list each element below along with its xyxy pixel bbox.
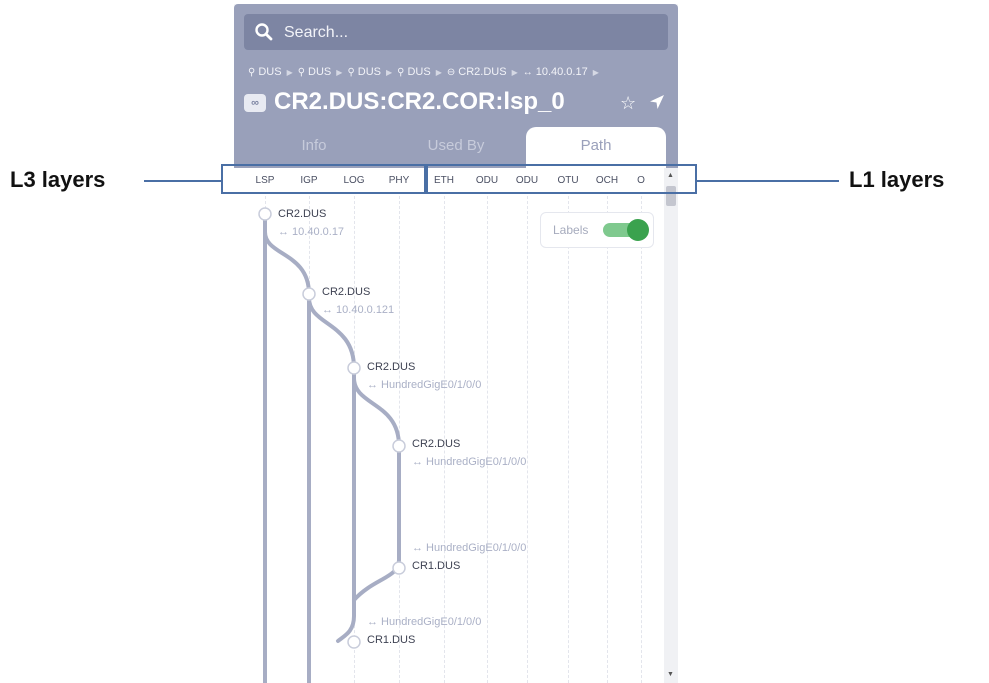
l3-layers-box: [221, 164, 428, 194]
labels-toggle[interactable]: [603, 219, 649, 241]
chevron-right-icon: ▶: [511, 67, 518, 77]
l3-layers-annotation: L3 layers: [10, 167, 106, 192]
chevron-right-icon: ▶: [435, 67, 442, 77]
search-input[interactable]: [282, 20, 646, 46]
path-node-name[interactable]: CR2.DUS: [367, 361, 415, 373]
page-title: CR2.DUS:CR2.COR:lsp_0: [274, 88, 565, 115]
path-node-marker: [347, 635, 361, 649]
path-node-name[interactable]: CR2.DUS: [322, 286, 370, 298]
toggle-knob[interactable]: [627, 219, 649, 241]
chevron-right-icon: ▶: [386, 67, 393, 77]
path-node-marker: [392, 561, 406, 575]
labels-toggle-container: Labels: [540, 212, 654, 248]
tab-info[interactable]: Info: [254, 127, 374, 168]
l1-layers-connector: [695, 180, 839, 182]
l1-layers-annotation: L1 layers: [849, 167, 945, 192]
chevron-right-icon: ▶: [336, 67, 343, 77]
path-segment-phy: [352, 376, 401, 602]
location-pin-icon: ⚲: [397, 66, 405, 78]
path-node-interface: ↔ 10.40.0.121: [322, 304, 395, 316]
location-pin-icon: ⚲: [347, 66, 355, 78]
link-arrows-icon: ↔: [522, 66, 533, 78]
l3-layers-connector: [144, 180, 222, 182]
path-node-name[interactable]: CR2.DUS: [278, 208, 326, 220]
navigate-icon[interactable]: [648, 93, 666, 111]
path-node-marker: [302, 287, 316, 301]
path-node-name[interactable]: CR2.DUS: [412, 438, 460, 450]
chevron-right-icon: ▶: [286, 67, 293, 77]
path-node-name[interactable]: CR1.DUS: [412, 560, 460, 572]
path-node-interface: ↔ HundredGigE0/1/0/0: [412, 542, 527, 554]
search-icon: [255, 23, 273, 41]
path-node-interface: ↔ HundredGigE0/1/0/0: [412, 456, 527, 468]
search-bar[interactable]: [244, 14, 668, 50]
breadcrumb-item[interactable]: DUS: [258, 66, 281, 78]
breadcrumb-item[interactable]: DUS: [407, 66, 430, 78]
path-node-interface: ↔ HundredGigE0/1/0/0: [367, 379, 482, 391]
location-pin-icon: ⚲: [248, 66, 256, 78]
l1-layers-box: [424, 164, 697, 194]
router-icon: ⊖: [446, 66, 456, 78]
title-row: ∞ CR2.DUS:CR2.COR:lsp_0 ☆: [244, 88, 670, 120]
tab-used-by[interactable]: Used By: [396, 127, 516, 168]
breadcrumb-item[interactable]: 10.40.0.17: [536, 66, 588, 78]
breadcrumb-item[interactable]: DUS: [308, 66, 331, 78]
chevron-right-icon: ▶: [592, 67, 599, 77]
breadcrumb: ⚲ DUS ▶ ⚲ DUS ▶ ⚲ DUS ▶ ⚲ DUS ▶ ⊖ CR2.DU…: [248, 66, 601, 78]
path-node-interface: ↔ HundredGigE0/1/0/0: [367, 616, 482, 628]
path-segment-log: [307, 296, 356, 643]
path-node-marker: [347, 361, 361, 375]
breadcrumb-item[interactable]: DUS: [358, 66, 381, 78]
tab-path[interactable]: Path: [526, 127, 666, 168]
object-details-panel: ⚲ DUS ▶ ⚲ DUS ▶ ⚲ DUS ▶ ⚲ DUS ▶ ⊖ CR2.DU…: [234, 4, 678, 683]
scrollbar[interactable]: ▲ ▼: [664, 168, 678, 683]
tab-bar: Info Used By Path: [234, 127, 678, 168]
lsp-type-icon: ∞: [244, 94, 266, 112]
star-icon[interactable]: ☆: [620, 93, 636, 114]
panel-header: ⚲ DUS ▶ ⚲ DUS ▶ ⚲ DUS ▶ ⚲ DUS ▶ ⊖ CR2.DU…: [234, 4, 678, 168]
labels-toggle-label: Labels: [553, 223, 589, 237]
path-node-marker: [258, 207, 272, 221]
path-node-interface: ↔ 10.40.0.17: [278, 226, 345, 238]
path-node-marker: [392, 439, 406, 453]
scroll-down-arrow-icon[interactable]: ▼: [667, 671, 674, 678]
path-segment-igp: [263, 230, 311, 683]
path-node-name[interactable]: CR1.DUS: [367, 634, 415, 646]
path-graph: CR2.DUS ↔ 10.40.0.17 CR2.DUS ↔ 10.40.0.1…: [234, 196, 678, 683]
location-pin-icon: ⚲: [297, 66, 306, 78]
breadcrumb-item[interactable]: CR2.DUS: [458, 66, 506, 78]
